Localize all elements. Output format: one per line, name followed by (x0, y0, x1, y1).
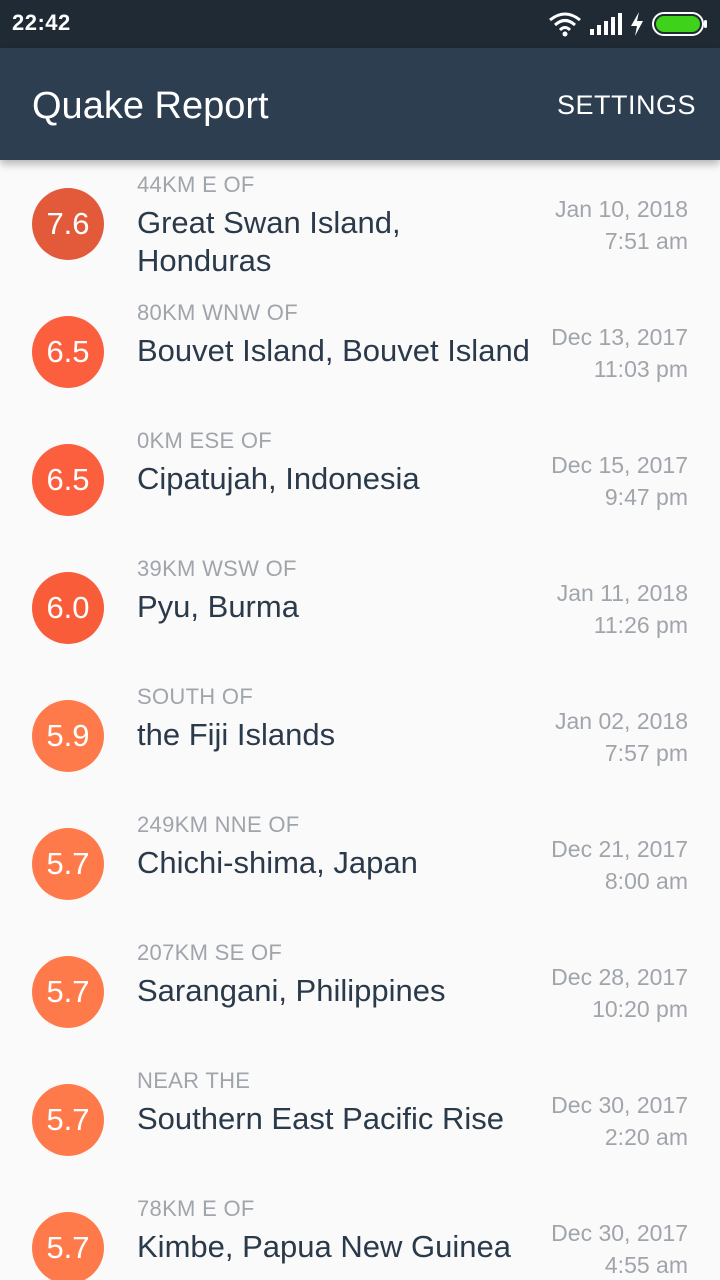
magnitude-badge: 5.9 (32, 700, 104, 772)
quake-date: Dec 28, 2017 (551, 964, 688, 990)
app-bar: Quake Report SETTINGS (0, 48, 720, 160)
list-item[interactable]: 5.7 78KM E OF Kimbe, Papua New Guinea Dec 3… (0, 1184, 720, 1280)
magnitude-badge: 5.7 (32, 956, 104, 1028)
location-offset: SOUTH OF (137, 684, 254, 709)
quake-date: Dec 30, 2017 (551, 1092, 688, 1118)
quake-time: 9:47 pm (604, 484, 688, 510)
magnitude-badge: 7.6 (32, 188, 104, 260)
quake-time: 2:20 am (604, 1124, 688, 1150)
quake-time: 7:57 pm (604, 740, 688, 766)
status-bar: 22:42 (0, 0, 720, 48)
list-item[interactable]: 6.5 80KM WNW OF Bouvet Island, Bouvet Isla… (0, 288, 720, 416)
battery-icon (652, 12, 707, 36)
magnitude-badge: 5.7 (32, 828, 104, 900)
status-time: 22:42 (12, 10, 71, 35)
quake-date: Dec 13, 2017 (551, 324, 688, 350)
location-offset: 39KM WSW OF (137, 556, 297, 581)
app-title: Quake Report (32, 85, 269, 127)
list-item[interactable]: 5.7 249KM NNE OF Chichi-shima, Japan Dec 21… (0, 800, 720, 928)
magnitude-badge: 5.7 (32, 1084, 104, 1156)
primary-location: Southern East Pacific Rise (137, 1101, 505, 1136)
status-icons (548, 11, 708, 37)
magnitude-badge: 6.0 (32, 572, 104, 644)
signal-icon (590, 13, 622, 35)
primary-location: Kimbe, Papua New Guinea (137, 1229, 511, 1264)
list-item[interactable]: 5.7 NEAR THE Southern East Pacific Rise Dec… (0, 1056, 720, 1184)
location-offset: 44KM E OF (137, 172, 255, 197)
quake-date: Dec 21, 2017 (551, 836, 688, 862)
charging-icon (631, 12, 643, 36)
earthquake-list[interactable]: 7.6 44KM E OF Great Swan Island, Honduras J… (0, 160, 720, 1280)
list-item[interactable]: 5.9 SOUTH OF the Fiji Islands Jan 02, 2018 7… (0, 672, 720, 800)
wifi-icon (549, 12, 581, 37)
quake-time: 7:51 am (604, 228, 688, 254)
quake-date: Jan 10, 2018 (554, 196, 688, 222)
quake-time: 10:20 pm (592, 996, 688, 1022)
location-offset: 80KM WNW OF (137, 300, 298, 325)
quake-time: 11:26 pm (593, 612, 688, 638)
location-offset: 249KM NNE OF (137, 812, 300, 837)
quake-date: Jan 11, 2018 (556, 580, 688, 606)
primary-location: Bouvet Island, Bouvet Island (137, 333, 530, 368)
primary-location: Cipatujah, Indonesia (137, 461, 420, 496)
primary-location: the Fiji Islands (137, 717, 336, 752)
location-offset: 78KM E OF (137, 1196, 255, 1221)
settings-button[interactable]: SETTINGS (557, 88, 696, 122)
magnitude-badge: 6.5 (32, 316, 104, 388)
quake-date: Jan 02, 2018 (554, 708, 688, 734)
location-offset: 0KM ESE OF (137, 428, 273, 453)
quake-time: 4:55 am (604, 1252, 688, 1278)
list-item[interactable]: 6.0 39KM WSW OF Pyu, Burma Jan 11, 2018 11:2… (0, 544, 720, 672)
list-item[interactable]: 6.5 0KM ESE OF Cipatujah, Indonesia Dec 15,… (0, 416, 720, 544)
primary-location: Pyu, Burma (137, 589, 299, 624)
primary-location: Sarangani, Philippines (137, 973, 446, 1008)
quake-time: 8:00 am (604, 868, 688, 894)
primary-location: Great Swan Island, Honduras (137, 205, 401, 278)
quake-date: Dec 30, 2017 (551, 1220, 688, 1246)
quake-time: 11:03 pm (593, 356, 688, 382)
location-offset: 207KM SE OF (137, 940, 283, 965)
quake-date: Dec 15, 2017 (551, 452, 688, 478)
list-item[interactable]: 5.7 207KM SE OF Sarangani, Philippines Dec … (0, 928, 720, 1056)
magnitude-badge: 5.7 (32, 1212, 104, 1280)
magnitude-badge: 6.5 (32, 444, 104, 516)
primary-location: Chichi-shima, Japan (137, 845, 418, 880)
location-offset: NEAR THE (137, 1068, 251, 1093)
list-item[interactable]: 7.6 44KM E OF Great Swan Island, Honduras J… (0, 160, 720, 288)
